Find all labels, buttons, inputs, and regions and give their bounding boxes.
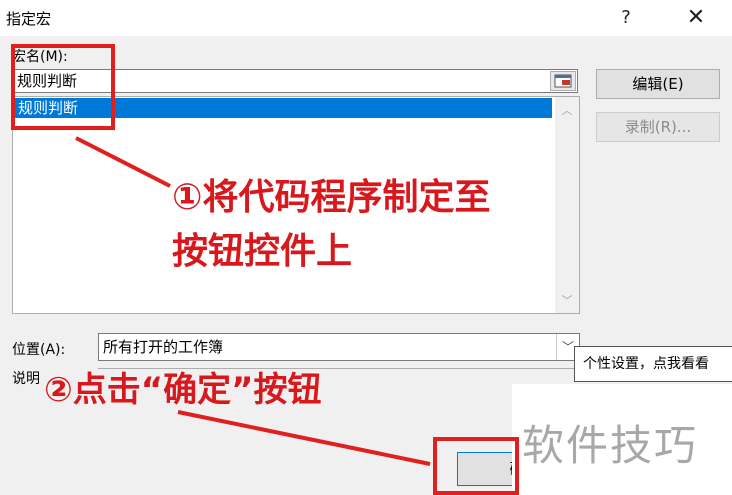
annotation-arrows — [75, 136, 431, 466]
annotation-step1-line1: ①将代码程序制定至 — [172, 177, 491, 218]
annotation-arrow-2 — [177, 410, 431, 466]
annotation-step2: ②点击“确定”按钮 — [44, 370, 322, 410]
assign-macro-dialog: 指定宏 ? ✕ 宏名(M): 规则判断 规则判断 ︿ ﹀ 编辑(E) 录制(R)… — [0, 0, 732, 495]
annotation-step1-line2: 按钮控件上 — [172, 231, 353, 272]
annotation-arrow-1 — [75, 136, 171, 188]
